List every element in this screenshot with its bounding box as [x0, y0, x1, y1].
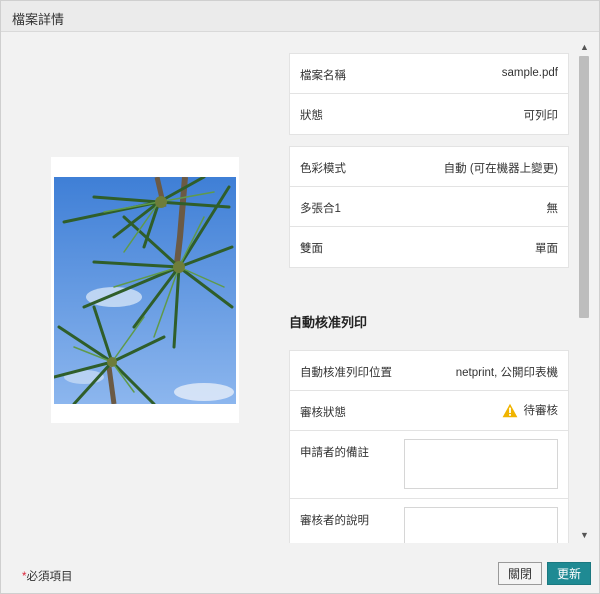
- preview-image: [54, 177, 236, 404]
- scroll-up-icon[interactable]: ▲: [580, 43, 589, 52]
- file-name-row: 檔案名稱 sample.pdf: [290, 54, 568, 94]
- auto-approval-card: 自動核准列印位置 netprint, 公開印表機 審核狀態 待審核 申請者的備註: [289, 350, 569, 543]
- file-status-row: 狀態 可列印: [290, 94, 568, 134]
- warning-icon: [502, 403, 517, 417]
- file-info-card: 檔案名稱 sample.pdf 狀態 可列印: [289, 53, 569, 135]
- reviewer-note-label: 審核者的說明: [300, 515, 369, 527]
- n-up-label: 多張合1: [300, 203, 341, 215]
- color-mode-label: 色彩模式: [300, 163, 346, 175]
- details-panel: 檔案名稱 sample.pdf 狀態 可列印 色彩模式 自動 (可在機器上變更)…: [289, 53, 569, 543]
- required-note: *必須項目: [22, 568, 72, 584]
- reviewer-note-field[interactable]: [404, 507, 558, 543]
- file-status-value: 可列印: [523, 110, 559, 122]
- close-button[interactable]: 關閉: [498, 562, 542, 585]
- reviewer-note-row: 審核者的說明: [290, 499, 568, 543]
- review-status-row: 審核狀態 待審核: [290, 391, 568, 431]
- file-name-value: sample.pdf: [501, 67, 558, 79]
- review-status-value: 待審核: [523, 405, 559, 417]
- auto-approval-heading-wrap: 自動核准列印: [289, 268, 569, 350]
- update-button[interactable]: 更新: [547, 562, 591, 585]
- dialog-titlebar: 檔案詳情: [1, 1, 599, 32]
- file-preview: [51, 157, 239, 423]
- applicant-note-label: 申請者的備註: [300, 447, 369, 459]
- auto-approval-heading: 自動核准列印: [289, 315, 368, 330]
- file-name-label: 檔案名稱: [300, 70, 346, 82]
- file-details-dialog: 檔案詳情 檔案名稱 sample.pdf 狀態 可列印 色彩模式 自動 (可在機…: [0, 0, 600, 594]
- n-up-value: 無: [546, 203, 559, 215]
- applicant-note-field[interactable]: [404, 439, 558, 489]
- scrollbar-thumb[interactable]: [579, 56, 589, 318]
- duplex-label: 雙面: [300, 243, 323, 255]
- scroll-down-icon[interactable]: ▼: [580, 531, 589, 540]
- review-status-label: 審核狀態: [300, 407, 346, 419]
- approval-location-value: netprint, 公開印表機: [455, 367, 558, 379]
- applicant-note-row: 申請者的備註: [290, 431, 568, 499]
- details-scrollbar[interactable]: ▲ ▼: [578, 41, 590, 541]
- color-mode-row: 色彩模式 自動 (可在機器上變更): [290, 147, 568, 187]
- print-settings-card: 色彩模式 自動 (可在機器上變更) 多張合1 無 雙面 單面: [289, 146, 569, 268]
- dialog-title: 檔案詳情: [12, 12, 65, 27]
- n-up-row: 多張合1 無: [290, 187, 568, 227]
- file-status-label: 狀態: [300, 110, 323, 122]
- required-text: 必須項目: [26, 571, 73, 583]
- approval-location-row: 自動核准列印位置 netprint, 公開印表機: [290, 351, 568, 391]
- review-status-value-wrap: 待審核: [502, 402, 559, 418]
- approval-location-label: 自動核准列印位置: [300, 367, 392, 379]
- color-mode-value: 自動 (可在機器上變更): [443, 163, 558, 175]
- duplex-value: 單面: [535, 243, 558, 255]
- duplex-row: 雙面 單面: [290, 227, 568, 267]
